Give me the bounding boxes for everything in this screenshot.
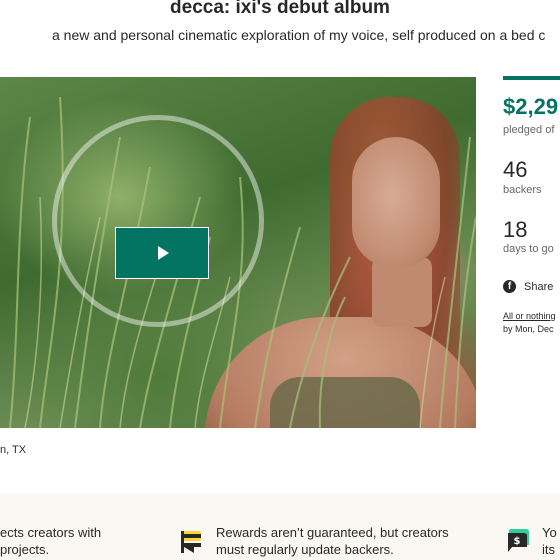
play-icon xyxy=(158,246,169,260)
share-button[interactable]: f Share xyxy=(503,280,553,293)
project-video[interactable] xyxy=(0,77,476,428)
backers-label: backers xyxy=(503,184,542,196)
play-ring xyxy=(52,115,264,327)
footer-text-1-line1: ects creators with xyxy=(0,525,102,540)
footer-text-1-line2: projects. xyxy=(0,542,50,557)
footer-text-2-line2: must regularly update backers. xyxy=(216,542,394,557)
footer-text-3-line1: Yo xyxy=(542,525,557,540)
pledged-amount: $2,29 xyxy=(503,94,559,119)
footer-text-3: Yo its xyxy=(542,524,557,558)
backers-count: 46 xyxy=(503,157,528,182)
footer-text-1: ects creators with projects. xyxy=(0,524,101,558)
days-count: 18 xyxy=(503,217,528,242)
play-button[interactable] xyxy=(115,227,209,279)
pledged-label: pledged of xyxy=(503,124,555,136)
funding-deadline: by Mon, Dec xyxy=(503,324,554,334)
money-chat-icon: $ xyxy=(508,529,529,552)
svg-text:$: $ xyxy=(514,536,521,547)
project-title: decca: ixi's debut album xyxy=(170,0,390,18)
footer-text-3-line2: its xyxy=(542,542,555,557)
share-label: Share xyxy=(524,280,554,293)
footer-text-2-line1: Rewards aren’t guaranteed, but creators xyxy=(216,525,449,540)
project-subtitle: a new and personal cinematic exploration… xyxy=(52,27,546,43)
days-label: days to go xyxy=(503,243,554,255)
project-location[interactable]: n, TX xyxy=(0,444,26,456)
footer-text-2: Rewards aren’t guaranteed, but creators … xyxy=(216,524,449,558)
facebook-icon: f xyxy=(503,280,516,293)
flag-icon xyxy=(181,531,201,553)
funding-progress-bar xyxy=(503,76,560,80)
all-or-nothing-link[interactable]: All or nothing xyxy=(503,311,556,321)
